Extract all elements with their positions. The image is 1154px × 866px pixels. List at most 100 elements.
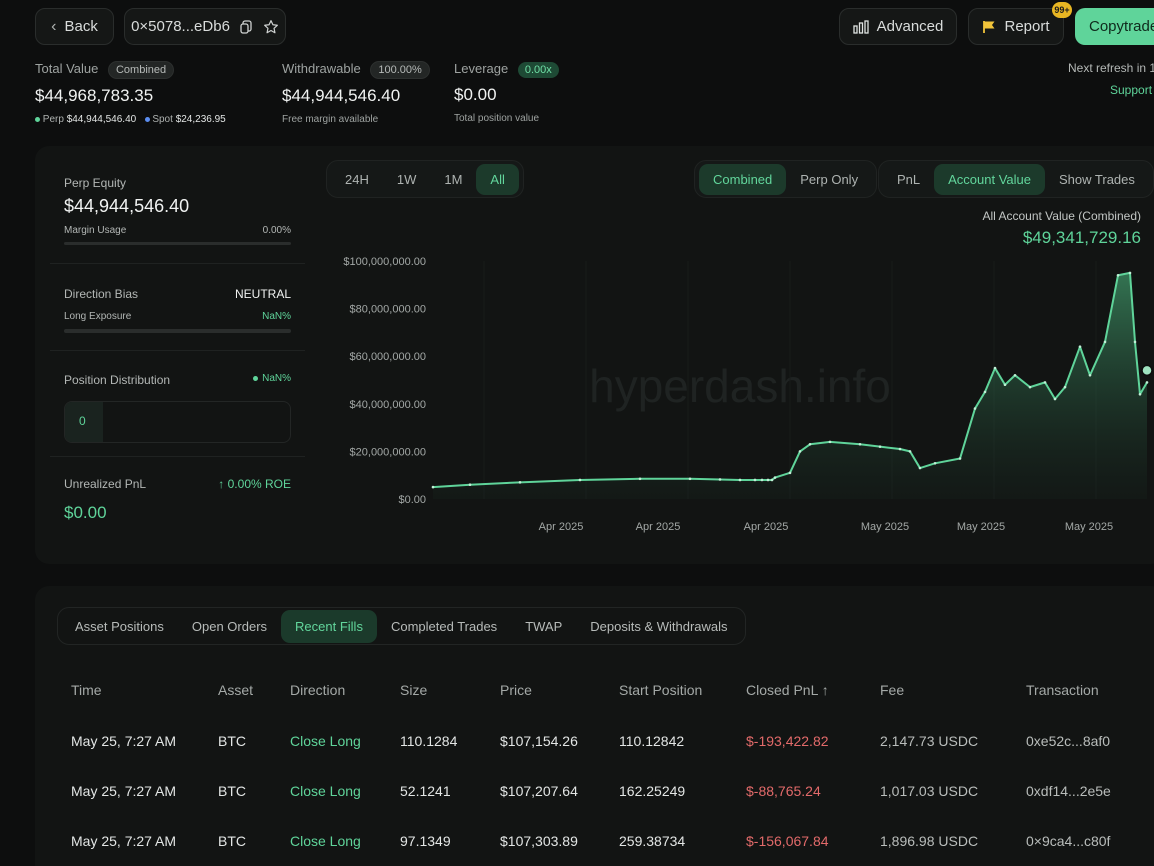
position-distribution-value: NaN% [262,373,291,384]
mode-combined[interactable]: Combined [699,163,787,195]
withdrawable-badge: 100.00% [370,61,430,79]
cell-fee: 1,017.03 USDC [880,783,979,799]
star-icon[interactable] [263,19,279,35]
spot-label: Spot [152,114,173,125]
cell-direction: Close Long [290,783,361,799]
withdrawable-sub: Free margin available [282,114,379,125]
column-header-time: Time [71,682,102,698]
advanced-label: Advanced [876,18,944,35]
cell-closed-pnl: $-156,067.84 [746,833,829,849]
divider [50,350,305,351]
cell-price: $107,303.89 [500,833,578,849]
cell-fee: 2,147.73 USDC [880,733,979,749]
leverage-badge: 0.00x [517,62,559,78]
wallet-address-chip[interactable]: 0×5078...eDb6 [124,8,286,45]
back-label: Back [64,18,98,35]
margin-usage-label: Margin Usage [64,225,127,236]
unrealized-pnl-value: $0.00 [64,503,107,522]
column-header-asset: Asset [218,682,254,698]
report-label: Report [1004,18,1050,35]
table-tabs: Asset Positions Open Orders Recent Fills Co… [57,607,746,645]
withdrawable-label: Withdrawable [282,61,361,76]
cell-closed-pnl: $-88,765.24 [746,783,821,799]
margin-usage-value: 0.00% [262,225,291,236]
total-value-badge: Combined [107,61,175,79]
range-24h[interactable]: 24H [331,164,383,195]
tab-recent-fills[interactable]: Recent Fills [281,609,377,643]
long-exposure-label: Long Exposure [64,311,132,322]
column-header-start-position: Start Position [619,682,703,698]
metric-selector: PnL Account Value Show Trades [878,160,1154,198]
leverage-label: Leverage [454,61,509,76]
leverage-block: Leverage 0.00x $0.00 Total position valu… [454,61,559,124]
metric-account-value[interactable]: Account Value [934,163,1046,195]
tab-twap[interactable]: TWAP [511,610,576,643]
range-1m[interactable]: 1M [430,164,476,195]
position-distribution-label: Position Distribution [64,373,171,387]
notification-badge: 99+ [1052,2,1072,18]
cell-start-position: 259.38734 [619,833,686,849]
perp-equity-label: Perp Equity [64,176,127,190]
perp-equity-value: $44,944,546.40 [64,196,190,216]
chart-summary-value: $49,341,729.16 [1022,228,1141,247]
mode-perp-only[interactable]: Perp Only [786,164,872,195]
cell-transaction[interactable]: 0×9ca4...c80f [1026,833,1110,849]
cell-asset: BTC [218,733,246,749]
cell-direction: Close Long [290,833,361,849]
cell-size: 52.1241 [400,783,451,799]
chevron-left-icon: ‹ [51,17,57,35]
column-header-size: Size [400,682,428,698]
cell-size: 97.1349 [400,833,451,849]
copytrade-button[interactable]: Copytrade [1075,8,1154,45]
total-value-block: Total Value Combined $44,968,783.35 Perp… [35,61,226,125]
cell-closed-pnl: $-193,422.82 [746,733,829,749]
roe-value: ↑ 0.00% ROE [218,477,291,491]
distribution-dot-icon [253,375,259,381]
back-button[interactable]: ‹ Back [35,8,114,45]
cell-time: May 25, 7:27 AM [71,833,177,849]
column-header-closed-pnl[interactable]: Closed PnL ↑ [746,682,829,698]
column-header-fee: Fee [880,682,905,698]
long-exposure-value: NaN% [262,311,291,322]
cell-asset: BTC [218,783,246,799]
metric-show-trades[interactable]: Show Trades [1045,164,1149,195]
margin-usage-bar [64,242,291,245]
column-header-transaction: Transaction [1026,682,1099,698]
tab-deposits-withdrawals[interactable]: Deposits & Withdrawals [576,610,741,643]
bar-chart-icon [852,19,869,34]
cell-direction: Close Long [290,733,361,749]
direction-bias-section: Direction Bias NEUTRAL Long Exposure NaN… [64,287,291,333]
cell-transaction[interactable]: 0xdf14...2e5e [1026,783,1111,799]
leverage-value: $0.00 [454,85,497,104]
direction-bias-label: Direction Bias [64,287,139,301]
perp-equity-section: Perp Equity $44,944,546.40 Margin Usage … [64,176,291,245]
position-distribution-section: Position Distribution NaN% 0 [64,373,291,443]
cell-asset: BTC [218,833,246,849]
chart-summary-label: All Account Value (Combined) [982,209,1141,223]
cell-start-position: 162.25249 [619,783,686,799]
divider [50,456,305,457]
long-exposure-bar [64,329,291,333]
tab-asset-positions[interactable]: Asset Positions [61,610,178,643]
copytrade-label: Copytrade [1089,18,1154,35]
perp-value: $44,944,546.40 [66,114,137,125]
wallet-address: 0×5078...eDb6 [131,18,230,35]
position-distribution-bar: 0 [64,401,291,443]
copy-icon[interactable] [240,19,253,34]
tab-completed-trades[interactable]: Completed Trades [377,610,511,643]
report-button[interactable]: Report [968,8,1064,45]
total-value: $44,968,783.35 [35,86,154,105]
range-all[interactable]: All [476,163,519,195]
leverage-sub: Total position value [454,113,540,124]
withdrawable-value: $44,944,546.40 [282,86,401,105]
metric-pnl[interactable]: PnL [883,164,934,195]
cell-size: 110.1284 [400,733,458,749]
mode-selector: Combined Perp Only [694,160,878,198]
spot-value: $24,236.95 [175,114,226,125]
support-link[interactable]: Support [1110,83,1152,97]
tab-open-orders[interactable]: Open Orders [178,610,281,643]
divider [50,263,305,264]
advanced-button[interactable]: Advanced [839,8,957,45]
range-1w[interactable]: 1W [383,164,431,195]
cell-transaction[interactable]: 0xe52c...8af0 [1026,733,1110,749]
